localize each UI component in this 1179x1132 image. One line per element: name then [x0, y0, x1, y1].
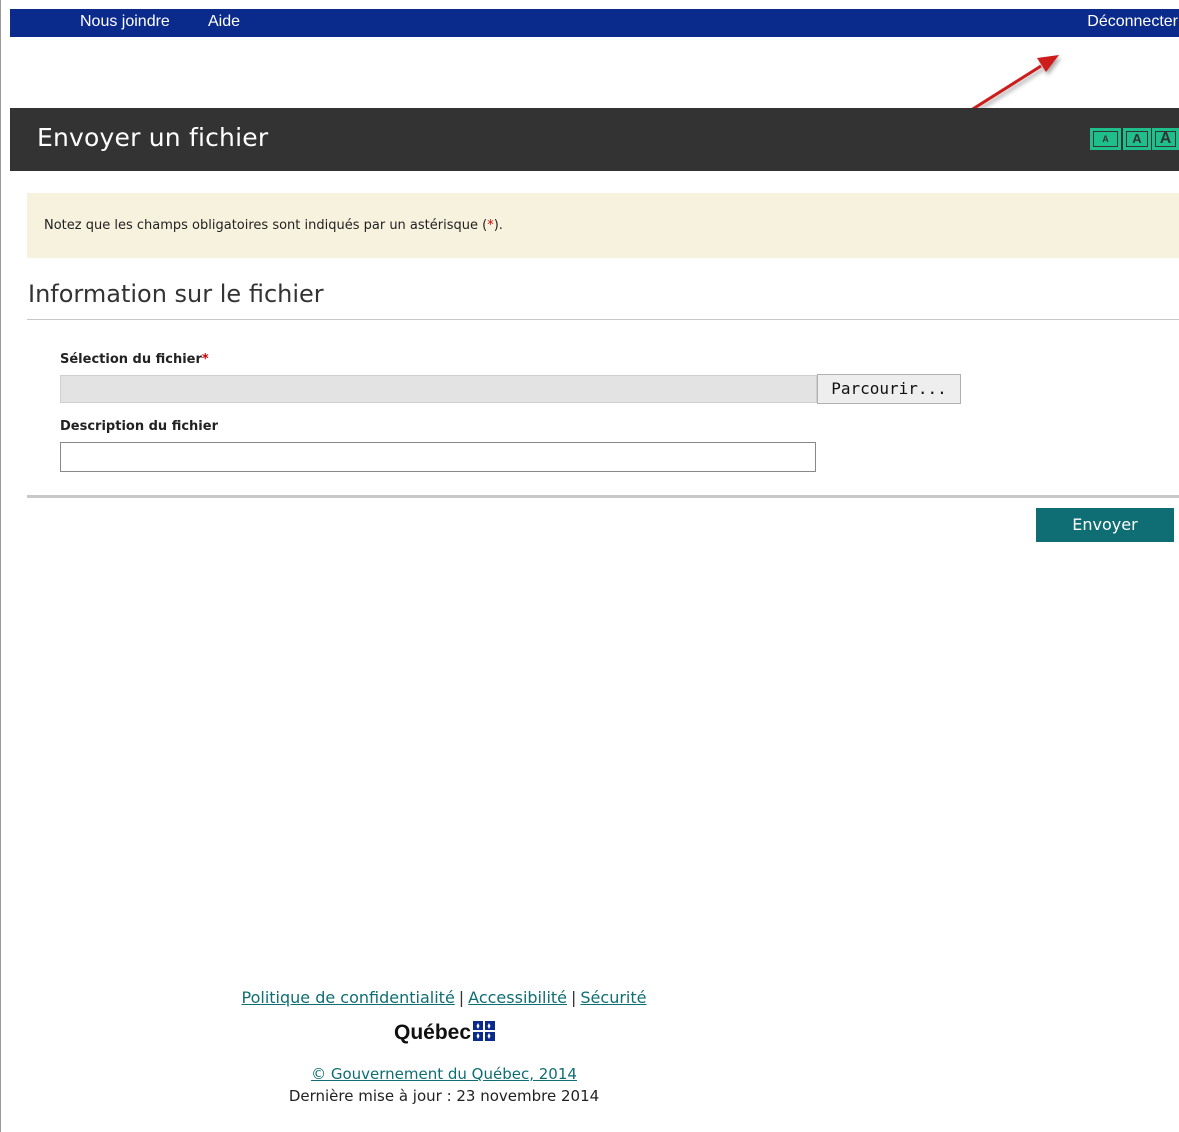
quebec-fleur-de-lis-flag-icon	[473, 1021, 496, 1041]
top-navigation-bar: Nous joindre Aide Déconnecter	[10, 9, 1179, 37]
submit-button[interactable]: Envoyer	[1036, 508, 1174, 542]
copyright-link[interactable]: © Gouvernement du Québec, 2014	[311, 1065, 577, 1083]
font-size-large-button[interactable]: A	[1152, 128, 1179, 150]
accessibility-link[interactable]: Accessibilité	[468, 988, 567, 1007]
quebec-logo-text: Québec	[394, 1021, 472, 1044]
form-divider	[27, 495, 1179, 498]
contact-link[interactable]: Nous joindre	[80, 13, 170, 31]
notice-text: Notez que les champs obligatoires sont i…	[44, 218, 503, 233]
last-update-text: Dernière mise à jour : 23 novembre 2014	[288, 1087, 600, 1105]
footer-separator: |	[571, 988, 577, 1007]
file-selection-label: Sélection du fichier*	[60, 352, 209, 367]
font-size-medium-button[interactable]: A	[1123, 128, 1151, 150]
file-description-input[interactable]	[60, 442, 816, 472]
font-size-small-button[interactable]: A	[1090, 128, 1121, 150]
required-fields-notice: Notez que les champs obligatoires sont i…	[27, 193, 1179, 258]
file-path-field[interactable]	[60, 375, 817, 403]
page-title-bar: Envoyer un fichier A A A	[10, 108, 1179, 171]
section-title: Information sur le fichier	[28, 280, 324, 308]
footer-links: Politique de confidentialité | Accessibili…	[1, 988, 887, 1007]
logout-link[interactable]: Déconnecter	[1087, 13, 1178, 31]
browse-button[interactable]: Parcourir...	[817, 374, 961, 404]
quebec-logo: Québec	[394, 1021, 496, 1047]
section-divider	[27, 319, 1179, 320]
required-asterisk: *	[201, 352, 209, 367]
privacy-policy-link[interactable]: Politique de confidentialité	[242, 988, 455, 1007]
file-description-label: Description du fichier	[60, 419, 218, 434]
page: Nous joindre Aide Déconnecter Envoyer un…	[0, 0, 1179, 1132]
footer-separator: |	[458, 988, 465, 1007]
page-title: Envoyer un fichier	[37, 123, 269, 152]
copyright-line: © Gouvernement du Québec, 2014	[1, 1065, 887, 1083]
help-link[interactable]: Aide	[208, 13, 240, 31]
security-link[interactable]: Sécurité	[580, 988, 646, 1007]
